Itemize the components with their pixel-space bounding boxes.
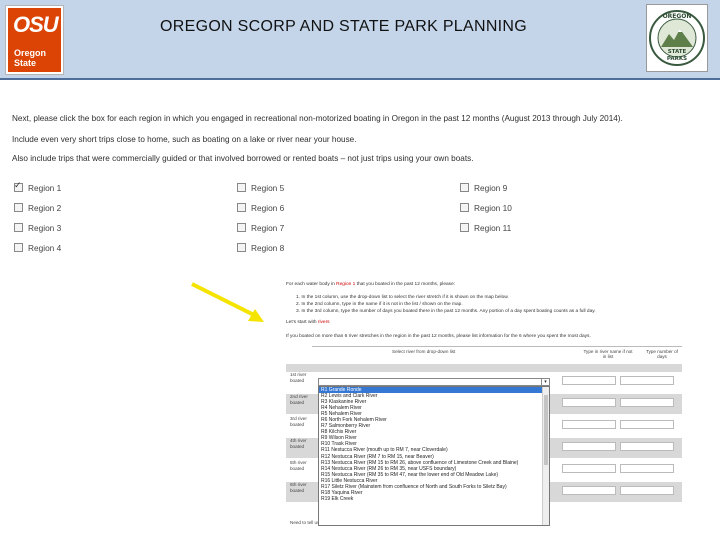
region-checkbox-item[interactable]: Region 6 [237,203,284,213]
river-entry-screenshot: For each water body in Region 1 that you… [286,280,682,530]
inset-step-3: 3. In the 3rd column, type the number of… [296,309,596,314]
river-options: R1 Grande Ronde R2 Lewis and Clark River R… [319,387,549,502]
pointer-arrow-icon [191,282,264,322]
row-label: 1st river boated [290,372,307,383]
page-title: OREGON SCORP AND STATE PARK PLANNING [160,18,528,35]
region-checkbox-item[interactable]: Region 11 [460,223,511,233]
oregon-state-parks-logo: OREGON STATE PARKS [646,4,708,72]
checkbox[interactable] [237,203,246,212]
column-type-river-name: Type in river name if not in list [583,349,633,359]
region-label: Region 7 [251,223,285,233]
text-input[interactable] [562,420,616,429]
checkbox[interactable] [460,203,469,212]
dropdown-option[interactable]: R19 Elk Creek [319,496,549,502]
column-type-days: Type number of days [646,349,678,359]
question-line-1: Next, please click the box for each regi… [12,114,623,123]
parks-logo-parks-text: PARKS [667,56,687,62]
checkbox[interactable] [14,203,23,212]
inset-intro-region: Region 1 [336,282,356,287]
region-checkbox-item[interactable]: Region 4 [14,243,61,253]
slide-header: OSU Oregon State OREGON SCORP AND STATE … [0,0,720,80]
chevron-down-icon[interactable]: ▾ [541,379,549,385]
row-label: 2nd river boated [290,394,308,405]
inset-last-label: Need to tell us [290,520,320,525]
checkbox[interactable] [460,223,469,232]
region-checkbox-item[interactable]: Region 8 [237,243,284,253]
text-input[interactable] [620,442,674,451]
text-input[interactable] [562,376,616,385]
region-label: Region 10 [474,203,512,213]
text-input[interactable] [620,420,674,429]
region-checkbox-item[interactable]: Region 5 [237,183,284,193]
parks-logo-top-text: OREGON [663,13,692,20]
text-input[interactable] [620,464,674,473]
region-label: Region 2 [28,203,62,213]
text-input[interactable] [562,486,616,495]
parks-seal-icon: OREGON STATE PARKS [649,10,705,66]
region-checkbox-item[interactable]: Region 3 [14,223,61,233]
row-label: 4th river boated [290,438,307,449]
checkbox[interactable] [14,180,23,192]
text-input[interactable] [562,442,616,451]
region-label: Region 11 [474,223,512,233]
column-select-river: Select river from drop-down list [392,349,456,354]
osu-logo: OSU Oregon State [5,5,64,75]
text-input[interactable] [620,398,674,407]
osu-logo-subtext: Oregon State [14,48,47,68]
row-label: 3rd river boated [290,416,307,427]
text-input[interactable] [620,486,674,495]
dropdown-option[interactable]: R13 Nestucca River (RM 15 to RM 26, abov… [319,460,549,466]
text-input[interactable] [562,464,616,473]
checkbox[interactable] [14,243,23,252]
row-label: 5th river boated [290,460,307,471]
region-label: Region 1 [28,183,62,193]
inset-step-2: 2. In the 2nd column, type in the name i… [296,302,463,307]
region-label: Region 3 [28,223,62,233]
region-label: Region 8 [251,243,285,253]
river-select-dropdown[interactable]: ▾ [318,378,550,386]
region-label: Region 6 [251,203,285,213]
checkbox[interactable] [237,243,246,252]
text-input[interactable] [562,398,616,407]
inset-start-rivers: rivers [317,320,330,325]
region-label: Region 4 [28,243,62,253]
inset-intro: For each water body in Region 1 that you… [286,282,456,287]
region-label: Region 5 [251,183,285,193]
region-checkbox-item[interactable]: Region 2 [14,203,61,213]
scrollbar-thumb[interactable] [544,395,548,465]
row-label: 6th river boated [290,482,307,493]
parks-logo-state-text: STATE [668,49,687,55]
region-checkbox-item[interactable]: Region 7 [237,223,284,233]
osu-logo-text: OSU [13,12,59,37]
river-dropdown-list[interactable]: R1 Grande Ronde R2 Lewis and Clark River R… [318,386,550,526]
checkbox[interactable] [460,183,469,192]
region-label: Region 9 [474,183,508,193]
checkbox[interactable] [14,223,23,232]
question-line-2: Include even very short trips close to h… [12,135,357,144]
inset-start-text: Let's start with rivers [286,320,330,325]
checkbox[interactable] [237,183,246,192]
question-line-3: Also include trips that were commerciall… [12,154,474,163]
region-checkbox-item[interactable]: Region 1 [14,180,62,193]
table-stripe [286,364,682,372]
region-checkbox-item[interactable]: Region 10 [460,203,512,213]
inset-step-1: 1. In the 1st column, use the drop-down … [296,295,509,300]
text-input[interactable] [620,376,674,385]
inset-multi-text: If you boated on more than 6 river stret… [286,334,591,339]
dropdown-scrollbar[interactable] [542,387,549,525]
checkbox[interactable] [237,223,246,232]
region-checkbox-item[interactable]: Region 9 [460,183,507,193]
